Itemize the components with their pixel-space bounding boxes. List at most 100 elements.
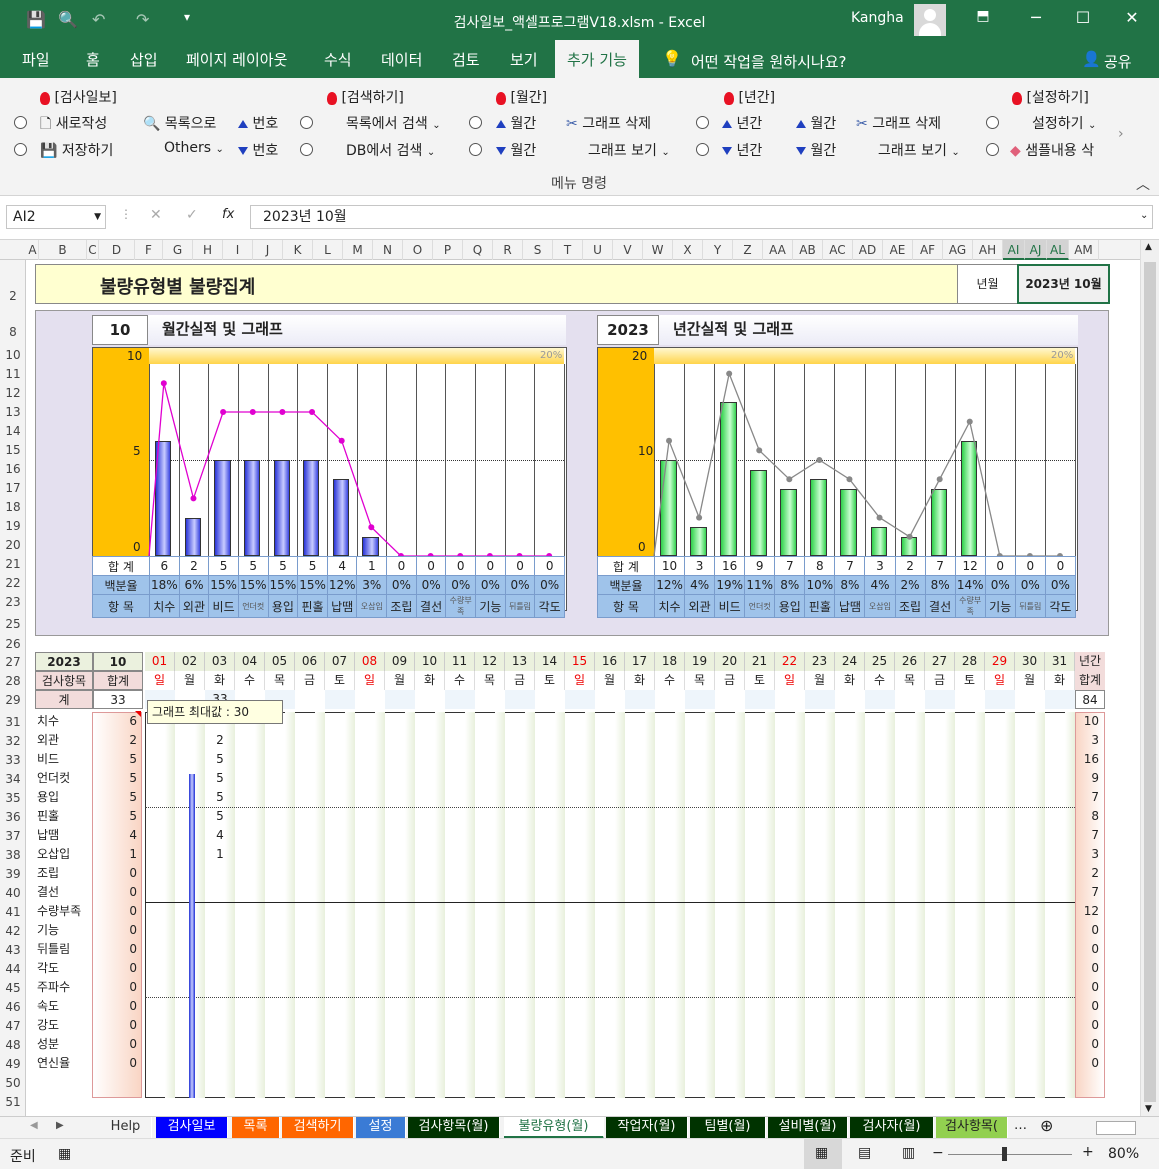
settings-button[interactable]: 설정하기 ⌄ (1032, 113, 1096, 133)
tab-file[interactable]: 파일 (14, 40, 58, 78)
row-header-23[interactable]: 23 (0, 595, 26, 609)
column-header-p[interactable]: P (433, 240, 463, 260)
row-header-21[interactable]: 21 (0, 557, 26, 571)
tab-insert[interactable]: 삽입 (122, 40, 166, 78)
number-down-button[interactable]: 번호 (238, 140, 278, 160)
prev-sheet-icon[interactable]: ◀ (30, 1120, 38, 1131)
radio-monthly-down[interactable] (469, 142, 482, 156)
worksheet[interactable]: 불량유형별 불량집계 년월 2023년 10월 10 월간실적 및 그래프 20… (27, 260, 1140, 1116)
column-header-al[interactable]: AL (1047, 240, 1069, 260)
zoom-in-icon[interactable]: + (1082, 1144, 1094, 1160)
column-header-x[interactable]: X (673, 240, 703, 260)
column-header-k[interactable]: K (283, 240, 313, 260)
row-header-33[interactable]: 33 (0, 753, 26, 767)
row-header-35[interactable]: 35 (0, 791, 26, 805)
row-header-31[interactable]: 31 (0, 715, 26, 729)
zoom-out-icon[interactable]: − (932, 1145, 944, 1161)
row-header-16[interactable]: 16 (0, 462, 26, 476)
column-header-ah[interactable]: AH (973, 240, 1003, 260)
tab-data[interactable]: 데이터 (373, 40, 430, 78)
row-header-19[interactable]: 19 (0, 519, 26, 533)
zoom-slider-thumb[interactable] (1002, 1147, 1007, 1161)
row-header-49[interactable]: 49 (0, 1057, 26, 1071)
tab-view[interactable]: 보기 (502, 40, 546, 78)
sheet-tab-11[interactable]: 검사항목( (936, 1117, 1008, 1139)
avatar[interactable] (914, 4, 946, 36)
row-header-22[interactable]: 22 (0, 576, 26, 590)
minimize-icon[interactable]: ─ (1026, 8, 1046, 27)
yearly-month-up-button[interactable]: 월간 (796, 113, 836, 133)
column-header-r[interactable]: R (493, 240, 523, 260)
sheet-tab-6[interactable]: 불량유형(월) (504, 1117, 604, 1139)
column-header-t[interactable]: T (553, 240, 583, 260)
search-db-button[interactable]: DB에서 검색 ⌄ (346, 140, 435, 160)
sheet-tab-8[interactable]: 팀별(월) (690, 1117, 766, 1139)
maximize-icon[interactable]: ☐ (1073, 8, 1093, 27)
column-header-m[interactable]: M (343, 240, 373, 260)
tell-me-search[interactable]: 어떤 작업을 원하시나요? (691, 51, 847, 72)
cancel-icon[interactable]: ✕ (150, 207, 162, 223)
sheet-tab-7[interactable]: 작업자(월) (606, 1117, 688, 1139)
tab-home[interactable]: 홈 (78, 40, 108, 78)
column-header-u[interactable]: U (583, 240, 613, 260)
more-sheets-icon[interactable]: … (1014, 1118, 1027, 1133)
page-break-icon[interactable]: ▥ (902, 1145, 915, 1161)
column-header-b[interactable]: B (39, 240, 87, 260)
row-header-46[interactable]: 46 (0, 1000, 26, 1014)
new-button[interactable]: 🗋 새로작성 (40, 113, 107, 137)
radio-yearly-down[interactable] (696, 142, 709, 156)
column-header-y[interactable]: Y (703, 240, 733, 260)
user-name[interactable]: Kangha (851, 10, 904, 26)
column-header-am[interactable]: AM (1069, 240, 1099, 260)
column-header-ad[interactable]: AD (853, 240, 883, 260)
column-header-o[interactable]: O (403, 240, 433, 260)
yearly-graph-view-button[interactable]: 그래프 보기 ⌄ (878, 140, 960, 160)
sheet-tab-3[interactable]: 검색하기 (282, 1117, 354, 1139)
row-header-36[interactable]: 36 (0, 810, 26, 824)
yearly-month-down-button[interactable]: 월간 (796, 140, 836, 160)
radio-search-list[interactable] (300, 115, 313, 129)
column-header-j[interactable]: J (253, 240, 283, 260)
share-icon[interactable]: 👤 (1082, 50, 1101, 68)
function-icon[interactable]: fx (222, 207, 234, 222)
row-header-40[interactable]: 40 (0, 886, 26, 900)
page-layout-icon[interactable]: ▤ (858, 1145, 871, 1161)
ribbon-scroll-right-icon[interactable]: › (1118, 126, 1124, 142)
to-list-button[interactable]: 🔍 목록으로 (143, 113, 216, 133)
monthly-up-button[interactable]: 월간 (496, 113, 536, 133)
row-header-34[interactable]: 34 (0, 772, 26, 786)
macro-record-icon[interactable]: ▦ (58, 1146, 71, 1162)
sheet-tab-2[interactable]: 목록 (232, 1117, 280, 1139)
row-header-25[interactable]: 25 (0, 617, 26, 631)
row-header-37[interactable]: 37 (0, 829, 26, 843)
horizontal-scrollbar[interactable] (1096, 1121, 1136, 1135)
column-header-aa[interactable]: AA (763, 240, 793, 260)
row-header-2[interactable]: 2 (0, 289, 26, 303)
column-header-ae[interactable]: AE (883, 240, 913, 260)
row-header-41[interactable]: 41 (0, 905, 26, 919)
vertical-scrollbar[interactable]: ▲ ▼ (1140, 240, 1159, 1116)
yearly-down-button[interactable]: 년간 (722, 140, 762, 160)
sample-delete-button[interactable]: ◆ 샘플내용 삭 (1010, 140, 1116, 160)
column-header-aj[interactable]: AJ (1025, 240, 1047, 260)
sheet-tab-1[interactable]: 검사일보 (156, 1117, 228, 1139)
name-box[interactable]: AI2 ▼ (6, 205, 106, 229)
graph-view-button[interactable]: 그래프 보기 ⌄ (588, 140, 670, 160)
radio-sample-delete[interactable] (986, 142, 999, 156)
row-header-45[interactable]: 45 (0, 981, 26, 995)
sheet-tab-5[interactable]: 검사항목(월) (408, 1117, 500, 1139)
row-header-32[interactable]: 32 (0, 734, 26, 748)
column-header-g[interactable]: G (163, 240, 193, 260)
row-header-29[interactable]: 29 (0, 693, 26, 707)
column-header-ac[interactable]: AC (823, 240, 853, 260)
tab-review[interactable]: 검토 (444, 40, 488, 78)
column-header-s[interactable]: S (523, 240, 553, 260)
ym-value-cell[interactable]: 2023년 10월 (1017, 264, 1110, 304)
row-header-18[interactable]: 18 (0, 500, 26, 514)
column-header-f[interactable]: F (135, 240, 163, 260)
row-header-17[interactable]: 17 (0, 481, 26, 495)
monthly-down-button[interactable]: 월간 (496, 140, 536, 160)
column-header-h[interactable]: H (193, 240, 223, 260)
row-header-14[interactable]: 14 (0, 424, 26, 438)
row-header-10[interactable]: 10 (0, 348, 26, 362)
